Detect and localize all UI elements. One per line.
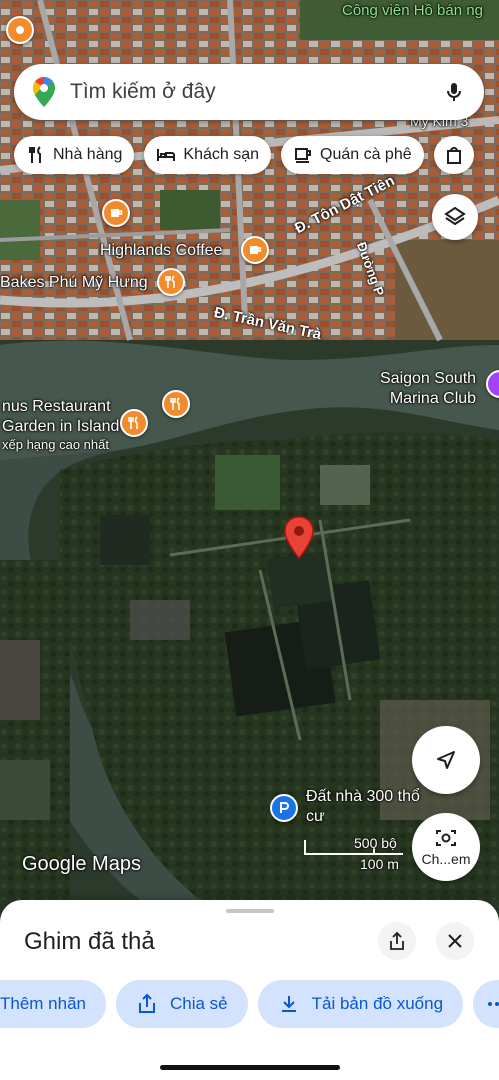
my-location-button[interactable] xyxy=(412,726,480,794)
scale-imperial: 500 bộ xyxy=(354,835,397,851)
share-icon xyxy=(390,931,404,950)
download-icon xyxy=(281,996,296,1012)
park-label[interactable]: Công viên Hồ bán ng xyxy=(342,2,483,21)
layers-button[interactable] xyxy=(432,194,478,240)
lens-button-label: Ch...em xyxy=(421,851,471,867)
sheet-share-button[interactable] xyxy=(378,922,416,960)
more-actions-button[interactable] xyxy=(473,980,499,1028)
search-input[interactable]: Tìm kiếm ở đây xyxy=(70,80,442,104)
coffee-cup-icon xyxy=(295,148,311,163)
garden-restaurant-icon[interactable] xyxy=(120,409,148,437)
bakes-restaurant-icon[interactable] xyxy=(157,268,185,296)
add-label-button[interactable]: Thêm nhãn xyxy=(0,980,106,1028)
action-label: Chia sẻ xyxy=(170,994,228,1013)
chip-shopping[interactable] xyxy=(433,136,474,174)
land-line1: Đất nhà 300 thổ xyxy=(306,788,420,805)
close-icon xyxy=(448,934,462,948)
restaurant-line1: nus Restaurant xyxy=(2,398,111,415)
fork-knife-icon xyxy=(29,146,41,163)
bakes-label[interactable]: Bakes Phú Mỹ Hưng xyxy=(0,273,148,293)
restaurant-poi-icon[interactable] xyxy=(162,390,190,418)
chip-hotels[interactable]: Khách sạn xyxy=(144,136,271,174)
highlands-coffee-label[interactable]: Highlands Coffee xyxy=(100,241,222,261)
camera-lens-icon xyxy=(436,830,456,846)
more-horizontal-icon xyxy=(488,1002,499,1006)
shopping-bag-icon xyxy=(446,147,461,164)
chip-cafes[interactable]: Quán cà phê xyxy=(281,136,424,174)
search-bar[interactable]: Tìm kiếm ở đây xyxy=(14,64,484,120)
action-label: Thêm nhãn xyxy=(0,994,86,1013)
coffee-poi-icon[interactable] xyxy=(102,199,130,227)
share-button[interactable]: Chia sẻ xyxy=(116,980,248,1028)
highlands-coffee-icon[interactable] xyxy=(241,236,269,264)
sheet-actions: Thêm nhãn Chia sẻ Tải bản đồ xuống xyxy=(0,980,499,1028)
marina-line2: Marina Club xyxy=(389,390,477,407)
bed-icon xyxy=(157,149,176,161)
microphone-icon[interactable] xyxy=(442,80,466,104)
chip-label: Nhà hàng xyxy=(53,146,123,163)
sheet-close-button[interactable] xyxy=(436,922,474,960)
chip-label: Khách sạn xyxy=(183,146,259,163)
restaurant-label[interactable]: nus Restaurant Garden in Island xếp hạng… xyxy=(2,397,119,453)
lens-button[interactable]: Ch...em xyxy=(412,813,480,881)
cafe-poi-icon[interactable] xyxy=(6,16,34,44)
scale-metric: 100 m xyxy=(360,856,399,872)
sheet-grabber[interactable] xyxy=(226,909,274,913)
google-maps-attribution: Google Maps xyxy=(22,853,141,875)
download-map-button[interactable]: Tải bản đồ xuống xyxy=(257,980,464,1028)
marina-club-label[interactable]: Saigon South Marina Club xyxy=(380,369,476,409)
land-line2: cư xyxy=(306,808,325,825)
map-scale: 500 bộ 100 m xyxy=(304,834,404,874)
restaurant-line2: Garden in Island xyxy=(2,418,120,435)
home-indicator[interactable] xyxy=(160,1065,340,1070)
sheet-title: Ghim đã thả xyxy=(24,928,155,955)
chip-label: Quán cà phê xyxy=(320,146,412,163)
marina-line1: Saigon South xyxy=(380,370,477,387)
dropped-pin-sheet[interactable]: Ghim đã thả Thêm nhãn Chia sẻ Tải bản đồ… xyxy=(0,900,499,1080)
category-chips: Nhà hàng Khách sạn Quán cà phê xyxy=(14,136,474,174)
restaurant-line3: xếp hạng cao nhất xyxy=(2,437,109,452)
navigation-arrow-icon xyxy=(437,751,455,769)
action-label: Tải bản đồ xuống xyxy=(311,994,444,1013)
chip-restaurants[interactable]: Nhà hàng xyxy=(14,136,135,174)
google-maps-logo-icon xyxy=(33,77,55,107)
parking-poi-icon[interactable] xyxy=(270,794,298,822)
layers-icon xyxy=(444,206,466,226)
dropped-pin-icon[interactable] xyxy=(283,516,315,560)
share-icon xyxy=(139,993,155,1013)
land-300-label[interactable]: Đất nhà 300 thổ cư xyxy=(306,787,420,827)
